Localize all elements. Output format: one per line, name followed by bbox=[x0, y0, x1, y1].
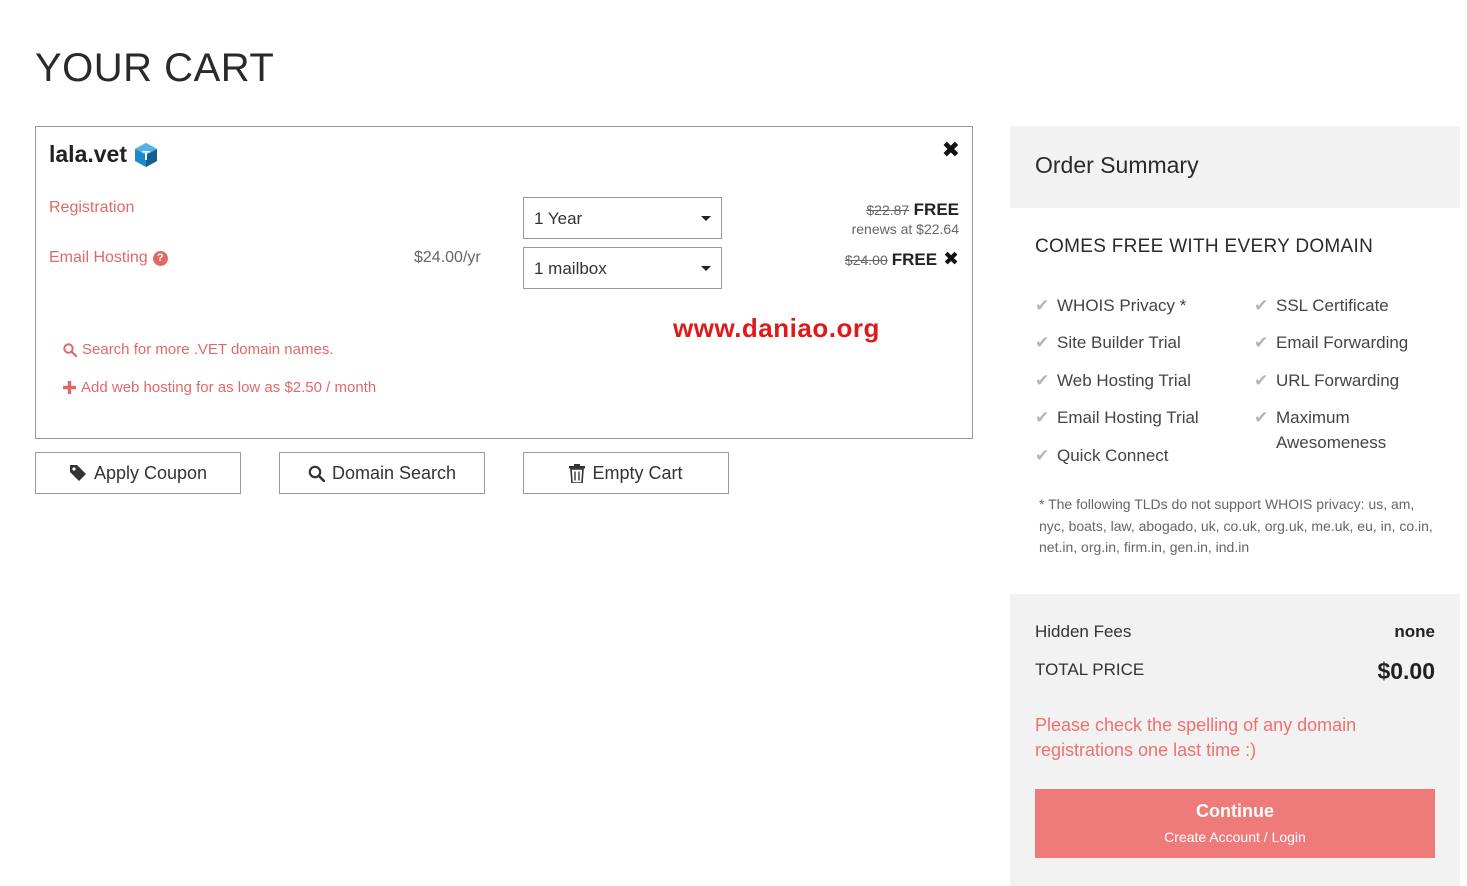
email-hosting-label: Email Hosting ? bbox=[49, 249, 168, 267]
feature-item: ✔ SSL Certificate bbox=[1254, 293, 1436, 318]
check-icon: ✔ bbox=[1035, 408, 1050, 427]
check-icon: ✔ bbox=[1254, 296, 1269, 315]
feature-item: ✔ Maximum Awesomeness bbox=[1254, 405, 1406, 455]
continue-label: Continue bbox=[1196, 801, 1274, 821]
plus-icon bbox=[63, 381, 76, 394]
check-icon: ✔ bbox=[1254, 333, 1269, 352]
hidden-fees-value: none bbox=[1394, 622, 1435, 641]
feature-item: ✔ Quick Connect bbox=[1035, 443, 1217, 468]
feature-item: ✔ Site Builder Trial bbox=[1035, 330, 1217, 355]
hidden-fees-label: Hidden Fees bbox=[1035, 622, 1132, 641]
domain-name: lala.vet T bbox=[49, 141, 159, 168]
cart-item: lala.vet T ✖ Registration Email Hosting … bbox=[35, 126, 973, 439]
email-hosting-price: $24.00 FREE ✖ bbox=[845, 248, 959, 271]
svg-text:T: T bbox=[142, 148, 150, 163]
feature-item: ✔ URL Forwarding bbox=[1254, 368, 1436, 393]
remove-domain-button[interactable]: ✖ bbox=[942, 137, 960, 163]
feature-item: ✔ WHOIS Privacy * bbox=[1035, 293, 1217, 318]
email-old-price: $24.00 bbox=[844, 251, 888, 268]
order-total-box: Hidden Fees none TOTAL PRICE $0.00 Pleas… bbox=[1010, 594, 1460, 886]
registration-label: Registration bbox=[49, 199, 135, 216]
continue-sublabel: Create Account / Login bbox=[1164, 829, 1306, 845]
registration-free-price: FREE bbox=[913, 200, 959, 219]
watermark: www.daniao.org bbox=[673, 313, 880, 343]
registration-term-select[interactable]: 1 Year bbox=[523, 197, 722, 239]
whois-privacy-note: * The following TLDs do not support WHOI… bbox=[1039, 496, 1433, 555]
tld-cube-icon: T bbox=[135, 142, 157, 167]
check-icon: ✔ bbox=[1035, 333, 1050, 352]
domain-search-button[interactable]: Domain Search bbox=[279, 452, 485, 494]
help-icon[interactable]: ? bbox=[152, 250, 168, 266]
spelling-check-note: Please check the spelling of any domain … bbox=[1035, 715, 1357, 760]
continue-button[interactable]: Continue Create Account / Login bbox=[1035, 789, 1435, 858]
email-free-price: FREE bbox=[891, 249, 938, 269]
search-icon bbox=[63, 342, 77, 357]
page-title: YOUR CART bbox=[35, 46, 275, 90]
check-icon: ✔ bbox=[1254, 408, 1269, 427]
remove-email-hosting-button[interactable]: ✖ bbox=[943, 248, 959, 271]
domain-name-text: lala.vet bbox=[49, 141, 127, 167]
feature-item: ✔ Email Hosting Trial bbox=[1035, 405, 1217, 430]
registration-old-price: $22.87 bbox=[866, 202, 910, 218]
email-hosting-list-price: $24.00/yr bbox=[414, 249, 481, 266]
add-web-hosting-link[interactable]: Add web hosting for as low as $2.50 / mo… bbox=[63, 379, 376, 396]
registration-price: $22.87 FREE renews at $22.64 bbox=[852, 200, 959, 237]
chevron-down-icon bbox=[701, 266, 711, 271]
check-icon: ✔ bbox=[1035, 296, 1050, 315]
free-features-title: COMES FREE WITH EVERY DOMAIN bbox=[1035, 236, 1374, 257]
chevron-down-icon bbox=[701, 216, 711, 221]
search-more-domains-link[interactable]: Search for more .VET domain names. bbox=[63, 341, 334, 358]
order-summary-title: Order Summary bbox=[1035, 152, 1199, 178]
free-features-section: COMES FREE WITH EVERY DOMAIN ✔ WHOIS Pri… bbox=[1010, 208, 1460, 594]
renewal-price: renews at $22.64 bbox=[851, 221, 959, 237]
total-price-value: $0.00 bbox=[1377, 658, 1435, 684]
tag-icon bbox=[69, 465, 86, 481]
empty-cart-button[interactable]: Empty Cart bbox=[523, 452, 729, 494]
trash-icon bbox=[569, 463, 586, 483]
check-icon: ✔ bbox=[1035, 371, 1050, 390]
check-icon: ✔ bbox=[1254, 371, 1269, 390]
feature-item: ✔ Email Forwarding bbox=[1254, 330, 1436, 355]
check-icon: ✔ bbox=[1035, 446, 1050, 465]
search-icon bbox=[308, 465, 325, 482]
total-price-label: TOTAL PRICE bbox=[1035, 660, 1145, 679]
mailbox-count-select[interactable]: 1 mailbox bbox=[523, 247, 722, 289]
feature-item: ✔ Web Hosting Trial bbox=[1035, 368, 1217, 393]
apply-coupon-button[interactable]: Apply Coupon bbox=[35, 452, 241, 494]
order-summary-header: Order Summary bbox=[1010, 126, 1460, 208]
